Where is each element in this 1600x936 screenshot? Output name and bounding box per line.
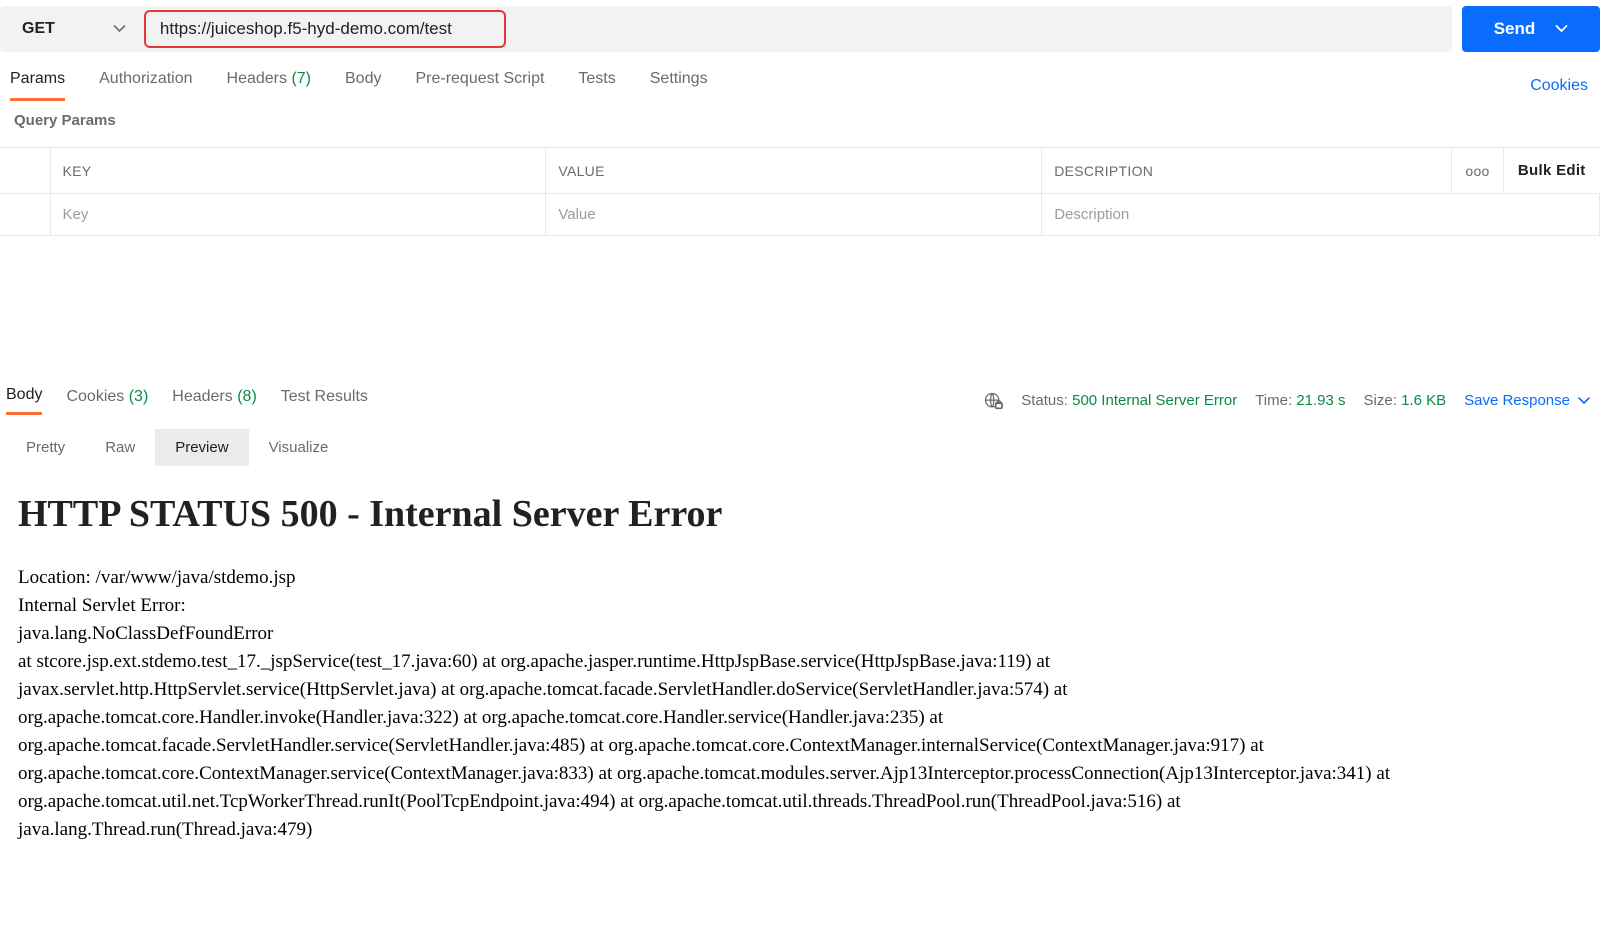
status-meta: Status: 500 Internal Server Error bbox=[1021, 392, 1237, 409]
save-response-button[interactable]: Save Response bbox=[1464, 392, 1590, 409]
send-button[interactable]: Send bbox=[1462, 6, 1600, 52]
error-location: Location: /var/www/java/stdemo.jsp bbox=[18, 564, 1410, 592]
url-highlight-box bbox=[144, 10, 506, 48]
globe-lock-icon[interactable] bbox=[983, 391, 1003, 411]
query-params-heading: Query Params bbox=[0, 102, 1600, 147]
resp-tab-body[interactable]: Body bbox=[6, 386, 42, 415]
chevron-down-icon bbox=[1555, 25, 1568, 33]
tab-authorization[interactable]: Authorization bbox=[99, 70, 192, 101]
time-meta: Time: 21.93 s bbox=[1255, 392, 1345, 409]
tab-count: (7) bbox=[287, 70, 311, 87]
chevron-down-icon bbox=[113, 25, 126, 33]
more-options-icon[interactable]: ooo bbox=[1452, 148, 1504, 194]
view-mode-pretty[interactable]: Pretty bbox=[6, 429, 85, 466]
http-method-select[interactable]: GET bbox=[0, 6, 144, 52]
query-params-table: KEY VALUE DESCRIPTION ooo Bulk Edit bbox=[0, 147, 1600, 236]
param-description-input[interactable] bbox=[1054, 206, 1587, 223]
error-label: Internal Servlet Error: bbox=[18, 592, 1410, 620]
tab-headers[interactable]: Headers (7) bbox=[227, 70, 311, 101]
view-mode-raw[interactable]: Raw bbox=[85, 429, 155, 466]
col-drag-handle bbox=[0, 148, 50, 194]
chevron-down-icon bbox=[1578, 397, 1590, 405]
send-button-label: Send bbox=[1494, 19, 1536, 39]
http-method-label: GET bbox=[22, 20, 55, 38]
resp-tab-test-results[interactable]: Test Results bbox=[281, 388, 368, 414]
param-key-input[interactable] bbox=[63, 206, 534, 223]
resp-tab-count: (3) bbox=[124, 388, 148, 405]
resp-tab-cookies[interactable]: Cookies (3) bbox=[66, 388, 148, 414]
bulk-edit-link[interactable]: Bulk Edit bbox=[1504, 148, 1600, 194]
error-heading: HTTP STATUS 500 - Internal Server Error bbox=[18, 492, 1410, 536]
view-mode-visualize[interactable]: Visualize bbox=[249, 429, 349, 466]
param-value-input[interactable] bbox=[558, 206, 1029, 223]
col-header-value[interactable]: VALUE bbox=[546, 148, 1042, 194]
param-row bbox=[0, 194, 1600, 236]
col-header-description[interactable]: DESCRIPTION bbox=[1042, 148, 1452, 194]
error-stack: at stcore.jsp.ext.stdemo.test_17._jspSer… bbox=[18, 648, 1410, 844]
tab-tests[interactable]: Tests bbox=[578, 70, 615, 101]
response-preview-body: HTTP STATUS 500 - Internal Server Error … bbox=[0, 466, 1410, 844]
resp-tab-count: (8) bbox=[233, 388, 257, 405]
tab-body[interactable]: Body bbox=[345, 70, 381, 101]
tab-params[interactable]: Params bbox=[10, 70, 65, 101]
error-exception: java.lang.NoClassDefFoundError bbox=[18, 620, 1410, 648]
request-url-input[interactable] bbox=[160, 19, 490, 39]
view-mode-preview[interactable]: Preview bbox=[155, 429, 248, 466]
col-header-key[interactable]: KEY bbox=[50, 148, 546, 194]
resp-tab-headers[interactable]: Headers (8) bbox=[172, 388, 256, 414]
cookies-link[interactable]: Cookies bbox=[1530, 77, 1600, 95]
tab-pre-request-script[interactable]: Pre-request Script bbox=[415, 70, 544, 101]
size-meta: Size: 1.6 KB bbox=[1364, 392, 1447, 409]
tab-settings[interactable]: Settings bbox=[650, 70, 708, 101]
